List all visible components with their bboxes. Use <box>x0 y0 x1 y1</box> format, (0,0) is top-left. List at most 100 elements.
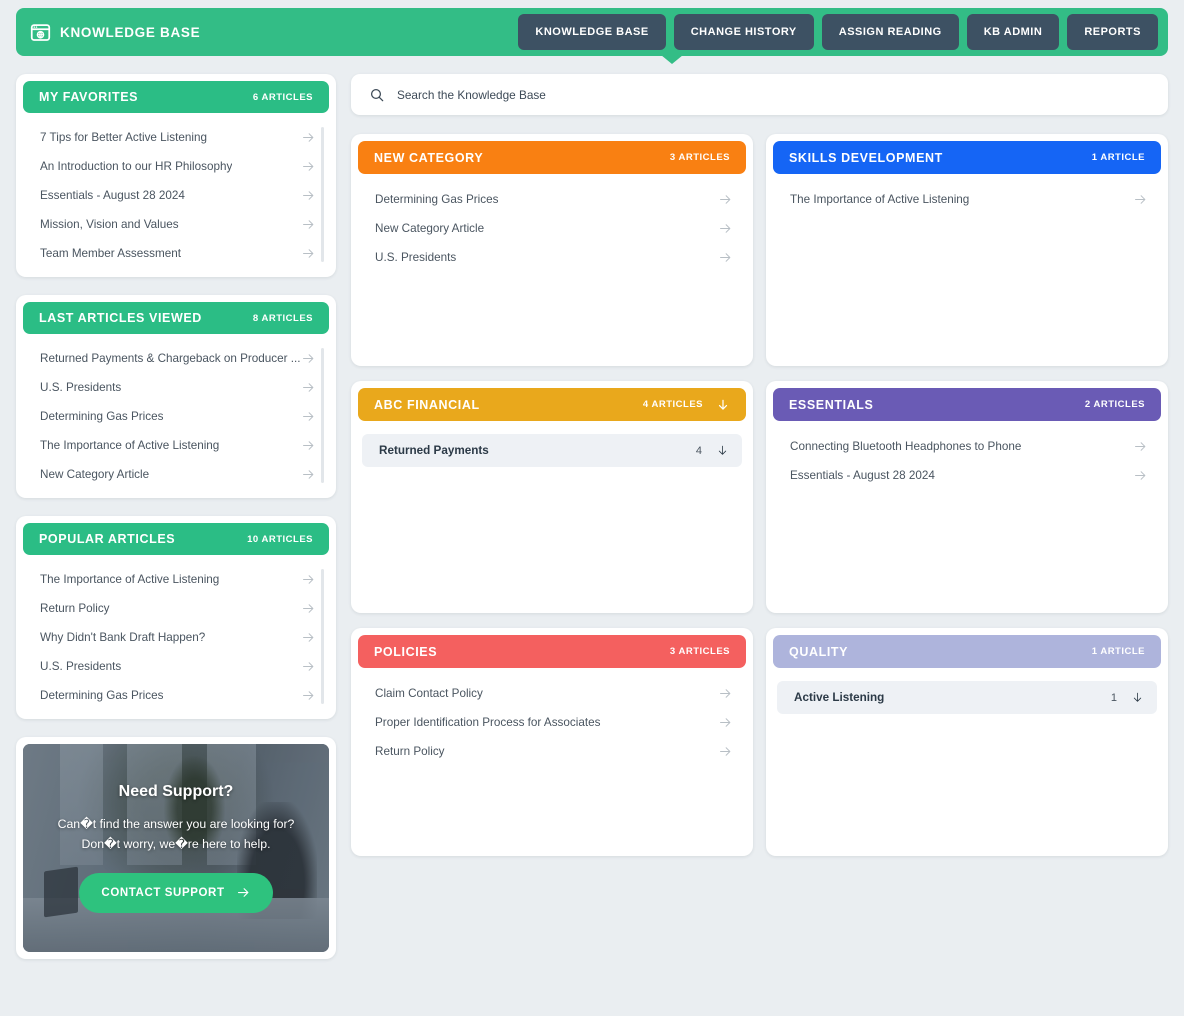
tab-reports[interactable]: REPORTS <box>1067 14 1158 50</box>
category-card-essentials: ESSENTIALS 2 ARTICLES Connecting Bluetoo… <box>766 381 1168 613</box>
article-row[interactable]: Essentials - August 28 2024 <box>773 461 1161 490</box>
list-item[interactable]: Team Member Assessment <box>23 239 329 268</box>
tab-assign-reading[interactable]: ASSIGN READING <box>821 14 959 50</box>
article-label: Claim Contact Policy <box>375 687 483 700</box>
category-card-abc-financial: ABC FINANCIAL 4 ARTICLES Returned Paymen… <box>351 381 753 613</box>
category-header-right: 3 ARTICLES <box>670 152 730 163</box>
list-item[interactable]: Determining Gas Prices <box>23 681 329 710</box>
category-header: ESSENTIALS 2 ARTICLES <box>773 388 1161 421</box>
list-item[interactable]: The Importance of Active Listening <box>23 565 329 594</box>
brand-title: KNOWLEDGE BASE <box>60 24 201 40</box>
category-card-quality: QUALITY 1 ARTICLE Active Listening 1 <box>766 628 1168 856</box>
list-item-label: Return Policy <box>40 602 110 615</box>
category-title: ESSENTIALS <box>789 397 874 412</box>
article-label: The Importance of Active Listening <box>790 193 970 206</box>
panel-header: POPULAR ARTICLES 10 ARTICLES <box>23 523 329 555</box>
category-header-right: 1 ARTICLE <box>1092 646 1145 657</box>
article-row[interactable]: The Importance of Active Listening <box>773 185 1161 214</box>
list-item-label: New Category Article <box>40 468 150 481</box>
search-icon <box>370 88 384 101</box>
browser-globe-icon <box>30 23 51 41</box>
arrow-right-icon <box>303 604 314 613</box>
category-header-right: 2 ARTICLES <box>1085 399 1145 410</box>
list-item[interactable]: The Importance of Active Listening <box>23 431 329 460</box>
article-row[interactable]: Determining Gas Prices <box>358 185 746 214</box>
arrow-down-icon[interactable] <box>716 397 730 413</box>
category-card-new-category: NEW CATEGORY 3 ARTICLES Determining Gas … <box>351 134 753 366</box>
article-row[interactable]: Claim Contact Policy <box>358 679 746 708</box>
panel-scrollbar[interactable] <box>321 348 324 483</box>
article-label: Connecting Bluetooth Headphones to Phone <box>790 440 1022 453</box>
list-item-label: The Importance of Active Listening <box>40 573 220 586</box>
support-card-inner: Need Support? Can�t find the answer you … <box>23 744 329 952</box>
folder-label: Active Listening <box>794 691 885 704</box>
arrow-right-icon <box>1135 442 1146 451</box>
panel-header: MY FAVORITES 6 ARTICLES <box>23 81 329 113</box>
list-item-label: 7 Tips for Better Active Listening <box>40 131 207 144</box>
panel-popular-articles: POPULAR ARTICLES 10 ARTICLES The Importa… <box>16 516 336 719</box>
folder-row-right: 4 <box>696 443 729 458</box>
folder-row[interactable]: Active Listening 1 <box>777 681 1157 714</box>
list-item[interactable]: An Introduction to our HR Philosophy <box>23 152 329 181</box>
list-item[interactable]: Essentials - August 28 2024 <box>23 181 329 210</box>
contact-support-button[interactable]: CONTACT SUPPORT <box>79 872 273 913</box>
article-label: Return Policy <box>375 745 445 758</box>
arrow-right-icon <box>720 224 731 233</box>
category-title: NEW CATEGORY <box>374 150 484 165</box>
support-description: Can�t find the answer you are looking fo… <box>57 817 295 851</box>
article-label: U.S. Presidents <box>375 251 457 264</box>
page-layout: MY FAVORITES 6 ARTICLES 7 Tips for Bette… <box>0 56 1184 959</box>
category-card-policies: POLICIES 3 ARTICLES Claim Contact Policy… <box>351 628 753 856</box>
arrow-right-icon <box>303 575 314 584</box>
list-item[interactable]: Why Didn't Bank Draft Happen? <box>23 623 329 652</box>
tab-knowledge-base[interactable]: KNOWLEDGE BASE <box>518 14 666 50</box>
panel-last-articles-viewed: LAST ARTICLES VIEWED 8 ARTICLES Returned… <box>16 295 336 498</box>
list-item[interactable]: Return Policy <box>23 594 329 623</box>
tab-kb-admin[interactable]: KB ADMIN <box>966 14 1060 50</box>
article-label: Essentials - August 28 2024 <box>790 469 935 482</box>
folder-count: 4 <box>695 444 702 457</box>
article-row[interactable]: Return Policy <box>358 737 746 766</box>
arrow-right-icon <box>303 133 314 142</box>
panel-my-favorites: MY FAVORITES 6 ARTICLES 7 Tips for Bette… <box>16 74 336 277</box>
search-input[interactable] <box>397 87 1150 102</box>
list-item[interactable]: Determining Gas Prices <box>23 402 329 431</box>
list-item-label: U.S. Presidents <box>40 381 122 394</box>
arrow-right-icon <box>1135 195 1146 204</box>
folder-count: 1 <box>1110 691 1117 704</box>
arrow-right-icon <box>303 691 314 700</box>
category-article-count: 1 ARTICLE <box>1091 646 1145 657</box>
article-row[interactable]: New Category Article <box>358 214 746 243</box>
list-item-label: U.S. Presidents <box>40 660 122 673</box>
folder-label: Returned Payments <box>379 444 489 457</box>
category-title: SKILLS DEVELOPMENT <box>789 150 943 165</box>
search-bar[interactable] <box>351 74 1168 115</box>
category-article-count: 3 ARTICLES <box>669 152 730 163</box>
folder-row[interactable]: Returned Payments 4 <box>362 434 742 467</box>
arrow-right-icon <box>303 249 314 258</box>
arrow-down-icon[interactable] <box>1131 690 1144 705</box>
arrow-down-icon[interactable] <box>716 443 729 458</box>
arrow-right-icon <box>237 888 249 898</box>
list-item[interactable]: Returned Payments & Chargeback on Produc… <box>23 344 329 373</box>
list-item[interactable]: Mission, Vision and Values <box>23 210 329 239</box>
list-item[interactable]: 7 Tips for Better Active Listening <box>23 123 329 152</box>
arrow-right-icon <box>303 662 314 671</box>
panel-scrollbar[interactable] <box>321 569 324 704</box>
article-row[interactable]: Proper Identification Process for Associ… <box>358 708 746 737</box>
panel-scrollbar[interactable] <box>321 127 324 262</box>
tab-change-history[interactable]: CHANGE HISTORY <box>673 14 814 50</box>
category-header-right: 4 ARTICLES <box>643 397 730 413</box>
list-item-label: An Introduction to our HR Philosophy <box>40 160 233 173</box>
category-card-skills-development: SKILLS DEVELOPMENT 1 ARTICLE The Importa… <box>766 134 1168 366</box>
article-row[interactable]: Connecting Bluetooth Headphones to Phone <box>773 432 1161 461</box>
arrow-right-icon <box>1135 471 1146 480</box>
category-article-count: 1 ARTICLE <box>1091 152 1145 163</box>
list-item[interactable]: U.S. Presidents <box>23 373 329 402</box>
list-item-label: Returned Payments & Chargeback on Produc… <box>40 352 301 365</box>
article-row[interactable]: U.S. Presidents <box>358 243 746 272</box>
article-label: New Category Article <box>375 222 485 235</box>
list-item[interactable]: New Category Article <box>23 460 329 489</box>
category-article-count: 2 ARTICLES <box>1084 399 1145 410</box>
list-item[interactable]: U.S. Presidents <box>23 652 329 681</box>
